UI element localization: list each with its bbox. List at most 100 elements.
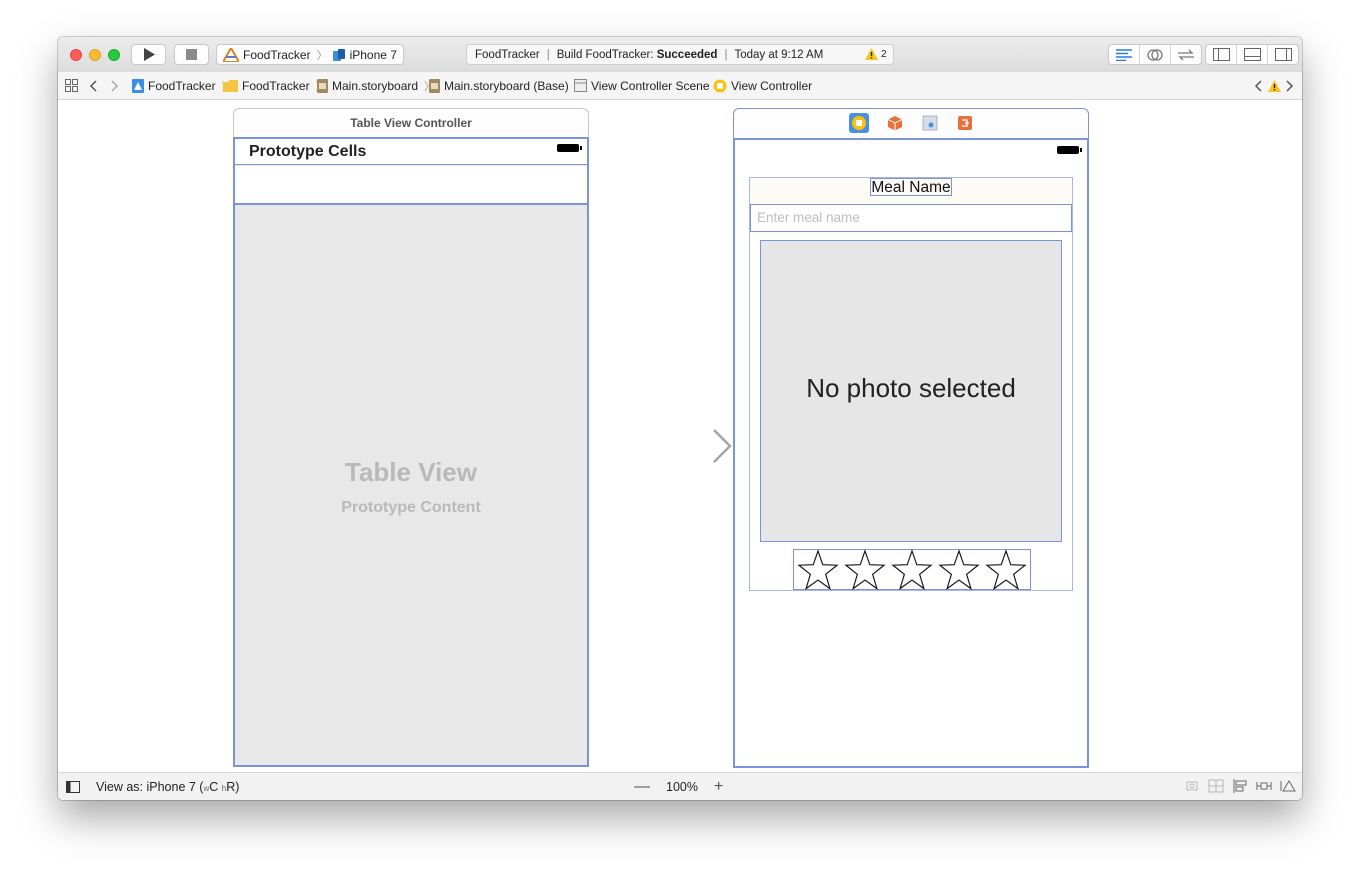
- panel-toggle-control[interactable]: [1205, 44, 1299, 65]
- utilities-toggle-button[interactable]: [1268, 45, 1298, 64]
- chevron-right-icon: [1286, 79, 1294, 92]
- breadcrumb-view-controller[interactable]: View Controller: [713, 72, 812, 99]
- chevron-left-icon: [1254, 79, 1262, 92]
- bottom-bar: View as: iPhone 7 (wC hR) — 100% +: [58, 772, 1302, 800]
- cube-icon: [887, 116, 903, 131]
- bottom-panel-icon: [1243, 48, 1261, 61]
- embed-in-stack-icon[interactable]: [1208, 779, 1224, 793]
- breadcrumb-label: Main.storyboard (Base): [444, 78, 569, 93]
- grid-icon: [65, 79, 78, 92]
- zoom-control: — 100% +: [634, 773, 723, 800]
- view-controller-scene[interactable]: Meal Name Enter meal name No photo selec…: [733, 108, 1089, 768]
- version-editor-button[interactable]: [1171, 45, 1201, 64]
- scene-title[interactable]: Table View Controller: [233, 108, 589, 137]
- prototype-cells-label: Prototype Cells: [249, 143, 367, 160]
- stop-button[interactable]: [174, 44, 209, 65]
- resolve-issues-icon[interactable]: [1280, 779, 1296, 793]
- breadcrumb-scene[interactable]: View Controller Scene〉: [574, 72, 727, 99]
- chevron-right-icon: 〉: [316, 49, 328, 62]
- add-constraints-icon[interactable]: [1256, 779, 1272, 793]
- view-controller-view[interactable]: Meal Name Enter meal name No photo selec…: [733, 138, 1089, 768]
- standard-editor-button[interactable]: [1109, 45, 1140, 64]
- breadcrumb-label: FoodTracker: [242, 78, 310, 93]
- width-class: C: [209, 780, 219, 794]
- chevron-right-icon: [111, 79, 119, 92]
- venn-circles-icon: [1147, 48, 1163, 61]
- empty-star-icon[interactable]: [796, 548, 839, 591]
- warning-indicator[interactable]: 2: [865, 48, 887, 60]
- zoom-in-button[interactable]: +: [714, 778, 723, 796]
- view-as-prefix: View as: iPhone 7 (: [96, 780, 204, 794]
- storyboard-file-icon: [429, 78, 440, 93]
- align-icon[interactable]: [1232, 779, 1248, 793]
- debug-area-toggle-button[interactable]: [1237, 45, 1268, 64]
- gesture-icon: [922, 115, 938, 131]
- first-responder-dock-icon[interactable]: [885, 113, 905, 133]
- view-as-selector[interactable]: View as: iPhone 7 (wC hR): [96, 773, 239, 800]
- table-view[interactable]: Prototype Cells Table View Prototype Con…: [233, 137, 589, 767]
- chevron-left-icon: [89, 79, 97, 92]
- next-issue-button[interactable]: [1286, 72, 1294, 99]
- forward-button[interactable]: [111, 72, 119, 99]
- scene-dock: [733, 108, 1089, 138]
- activity-build-prefix: Build FoodTracker:: [556, 48, 654, 61]
- tap-gesture-dock-icon[interactable]: [920, 113, 940, 133]
- back-button[interactable]: [89, 72, 97, 99]
- storyboard-canvas[interactable]: Table View Controller Prototype Cells Ta…: [58, 100, 1302, 772]
- minimize-window-button[interactable]: [89, 49, 101, 61]
- sidebar-icon: [66, 781, 80, 793]
- update-frames-icon[interactable]: [1184, 779, 1200, 793]
- document-outline-toggle[interactable]: [66, 781, 80, 796]
- toolbar: FoodTracker 〉 iPhone 7 FoodTracker | Bui…: [58, 37, 1302, 73]
- stack-view[interactable]: Meal Name Enter meal name No photo selec…: [749, 177, 1073, 591]
- warning-count: 2: [881, 48, 887, 60]
- zoom-out-button[interactable]: —: [634, 778, 650, 796]
- empty-star-icon[interactable]: [938, 548, 980, 591]
- photo-image-view[interactable]: No photo selected: [760, 240, 1062, 542]
- storyboard-file-icon: [317, 78, 328, 93]
- issue-warning-button[interactable]: [1268, 72, 1281, 99]
- table-view-controller-scene[interactable]: Table View Controller Prototype Cells Ta…: [233, 108, 589, 767]
- view-controller-icon: [713, 79, 727, 92]
- navigator-toggle-button[interactable]: [1206, 45, 1237, 64]
- breadcrumb-storyboard-base[interactable]: Main.storyboard (Base)〉: [429, 72, 586, 99]
- close-window-button[interactable]: [70, 49, 82, 61]
- activity-separator: |: [724, 48, 728, 61]
- align-left-icon: [1116, 48, 1132, 61]
- previous-issue-button[interactable]: [1254, 72, 1262, 99]
- meal-label-row: Meal Name: [750, 178, 1072, 204]
- activity-viewer: FoodTracker | Build FoodTracker: Succeed…: [466, 44, 894, 65]
- view-as-suffix: ): [235, 780, 240, 794]
- view-controller-dock-icon[interactable]: [849, 113, 869, 133]
- breadcrumb-project[interactable]: FoodTracker〉: [132, 72, 233, 99]
- meal-name-field[interactable]: Enter meal name: [750, 204, 1072, 232]
- editor-mode-control[interactable]: [1108, 44, 1202, 65]
- zoom-window-button[interactable]: [108, 49, 120, 61]
- empty-star-icon[interactable]: [891, 548, 933, 591]
- activity-separator: |: [546, 48, 550, 61]
- scheme-app-label: FoodTracker: [243, 47, 311, 62]
- empty-star-icon[interactable]: [844, 548, 886, 591]
- battery-icon: [557, 144, 582, 152]
- related-items-button[interactable]: [65, 72, 78, 99]
- project-file-icon: [132, 78, 144, 93]
- no-photo-label: No photo selected: [806, 373, 1016, 403]
- right-panel-icon: [1274, 48, 1292, 61]
- breadcrumb-storyboard[interactable]: Main.storyboard〉: [317, 72, 435, 99]
- empty-star-icon[interactable]: [985, 548, 1028, 591]
- rating-control[interactable]: [793, 548, 1031, 591]
- assistant-editor-button[interactable]: [1140, 45, 1171, 64]
- breadcrumb-group[interactable]: FoodTracker〉: [223, 72, 327, 99]
- meal-name-label[interactable]: Meal Name: [870, 178, 952, 196]
- run-button[interactable]: [131, 44, 166, 65]
- exit-dock-icon[interactable]: [955, 113, 975, 133]
- height-class: R: [226, 780, 236, 794]
- segue-arrow[interactable]: [640, 428, 736, 464]
- prototype-cell[interactable]: [235, 166, 587, 205]
- warning-icon: [865, 48, 878, 60]
- scheme-selector[interactable]: FoodTracker 〉 iPhone 7: [216, 44, 404, 65]
- scheme-device-label: iPhone 7: [349, 47, 397, 62]
- breadcrumb-label: Main.storyboard: [332, 78, 419, 93]
- activity-build-status: Succeeded: [656, 48, 718, 61]
- breadcrumb-label: FoodTracker: [148, 78, 216, 93]
